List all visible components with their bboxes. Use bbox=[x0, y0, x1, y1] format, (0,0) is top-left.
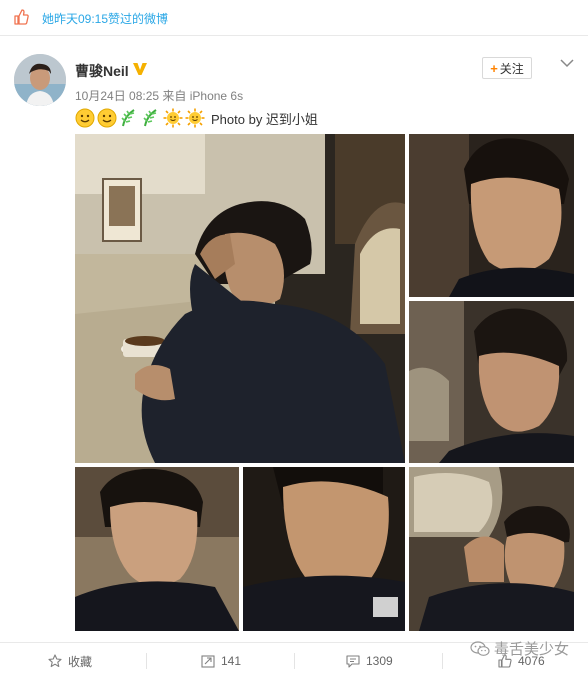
chevron-down-icon[interactable] bbox=[560, 58, 574, 68]
star-icon bbox=[48, 654, 62, 668]
comment-icon bbox=[346, 655, 360, 668]
comment-count: 1309 bbox=[366, 654, 393, 668]
divider bbox=[442, 653, 443, 669]
smile-emoji bbox=[97, 108, 117, 128]
liked-by-bar: 她昨天09:15赞过的微博 bbox=[0, 0, 588, 36]
sun-emoji bbox=[163, 108, 183, 128]
photo-bottom-left[interactable] bbox=[75, 467, 239, 631]
sun-emoji bbox=[185, 108, 205, 128]
thumbs-up-icon bbox=[14, 9, 29, 25]
divider bbox=[146, 653, 147, 669]
liked-by-text[interactable]: 她昨天09:15赞过的微博 bbox=[42, 10, 168, 27]
photo-large[interactable] bbox=[75, 134, 405, 463]
repost-icon bbox=[201, 655, 215, 668]
photo-bottom-right[interactable] bbox=[409, 467, 574, 631]
post-content: Photo by 迟到小姐 bbox=[75, 107, 318, 129]
photo-bottom-middle[interactable] bbox=[243, 467, 405, 631]
verified-v-icon bbox=[133, 63, 147, 75]
watermark: 毒舌美少女 bbox=[470, 638, 569, 659]
follow-label: 关注 bbox=[499, 61, 524, 76]
avatar[interactable] bbox=[14, 54, 66, 106]
watermark-text: 毒舌美少女 bbox=[494, 641, 570, 658]
comment-button[interactable]: 1309 bbox=[346, 643, 393, 678]
username[interactable]: 曹骏Neil bbox=[75, 61, 129, 81]
follow-button[interactable]: + 关注 bbox=[482, 57, 532, 79]
divider bbox=[294, 653, 295, 669]
favorite-label: 收藏 bbox=[68, 654, 93, 669]
repost-count: 141 bbox=[221, 654, 242, 668]
plus-icon: + bbox=[490, 60, 498, 76]
favorite-button[interactable]: 收藏 bbox=[48, 643, 92, 678]
smile-emoji bbox=[75, 108, 95, 128]
post-meta: 10月24日 08:25 来自 iPhone 6s bbox=[75, 89, 244, 103]
avatar-image bbox=[14, 54, 66, 106]
wechat-icon bbox=[470, 640, 490, 656]
photo-top-right[interactable] bbox=[409, 134, 574, 297]
post-text: Photo by 迟到小姐 bbox=[211, 111, 318, 127]
leaf-emoji bbox=[121, 109, 135, 127]
repost-button[interactable]: 141 bbox=[201, 643, 241, 678]
photo-middle-right[interactable] bbox=[409, 301, 574, 463]
leaf-emoji bbox=[143, 109, 157, 127]
